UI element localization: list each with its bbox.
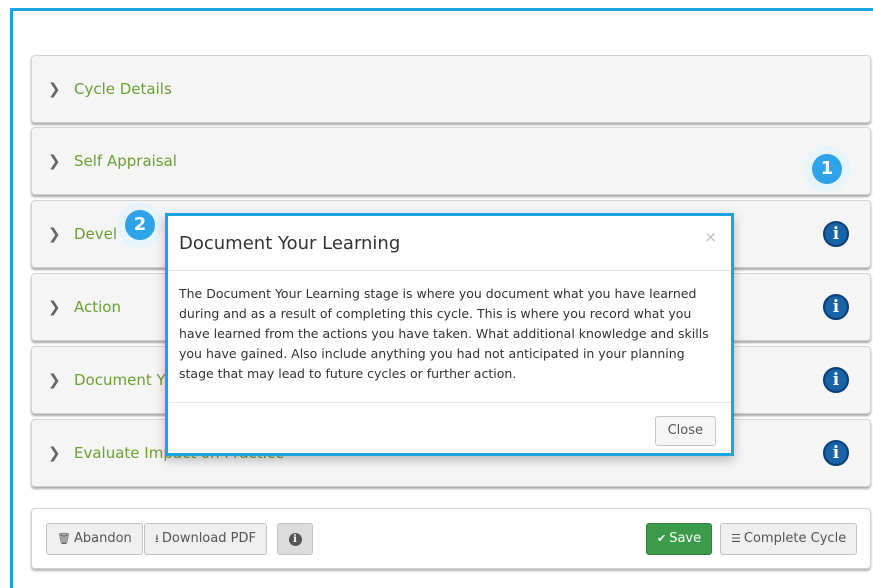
panel-title: Action bbox=[74, 298, 121, 316]
panel-self-appraisal[interactable]: ❯ Self Appraisal bbox=[31, 127, 871, 195]
info-icon[interactable]: i bbox=[823, 221, 849, 247]
abandon-label: Abandon bbox=[73, 531, 132, 546]
info-button[interactable]: i bbox=[277, 523, 313, 555]
close-button[interactable]: Close bbox=[654, 416, 716, 446]
complete-cycle-button[interactable]: ☰ Complete Cycle bbox=[720, 523, 858, 555]
panel-title: Cycle Details bbox=[74, 80, 172, 98]
chevron-right-icon: ❯ bbox=[48, 444, 61, 462]
chevron-right-icon: ❯ bbox=[48, 80, 61, 98]
check-icon: ✔ bbox=[657, 532, 667, 545]
info-icon[interactable]: i bbox=[823, 440, 849, 466]
chevron-right-icon: ❯ bbox=[48, 298, 61, 316]
info-icon: i bbox=[288, 533, 302, 546]
trash-icon: 🗑 bbox=[57, 532, 71, 545]
modal-title: Document Your Learning bbox=[179, 233, 401, 254]
footer-toolbar: 🗑 Abandon ⭳ Download PDF i ✔ Save ☰ Complete… bbox=[31, 508, 871, 569]
modal-body: The Document Your Learning stage is wher… bbox=[179, 286, 709, 381]
step-badge-2: 2 bbox=[125, 210, 155, 240]
complete-label: Complete Cycle bbox=[743, 531, 847, 546]
info-icon[interactable]: i bbox=[823, 294, 849, 320]
panel-cycle-details[interactable]: ❯ Cycle Details bbox=[31, 55, 871, 123]
close-icon[interactable]: × bbox=[704, 228, 717, 246]
list-icon: ☰ bbox=[731, 532, 741, 545]
chevron-right-icon: ❯ bbox=[48, 225, 61, 243]
help-modal: Document Your Learning × The Document Yo… bbox=[165, 213, 734, 456]
save-button[interactable]: ✔ Save bbox=[646, 523, 713, 555]
panel-title: Devel bbox=[74, 225, 118, 243]
chevron-right-icon: ❯ bbox=[48, 371, 61, 389]
panel-title: Self Appraisal bbox=[74, 152, 177, 170]
step-badge-1: 1 bbox=[812, 154, 842, 184]
download-label: Download PDF bbox=[161, 531, 256, 546]
abandon-button[interactable]: 🗑 Abandon bbox=[46, 523, 143, 555]
modal-header: Document Your Learning × bbox=[168, 216, 731, 271]
download-icon: ⭳ bbox=[155, 532, 159, 545]
info-icon[interactable]: i bbox=[823, 367, 849, 393]
panel-title: Document Y bbox=[74, 371, 166, 389]
modal-footer: Close bbox=[168, 402, 731, 457]
chevron-right-icon: ❯ bbox=[48, 152, 61, 170]
save-label: Save bbox=[669, 531, 702, 546]
download-pdf-button[interactable]: ⭳ Download PDF bbox=[144, 523, 267, 555]
